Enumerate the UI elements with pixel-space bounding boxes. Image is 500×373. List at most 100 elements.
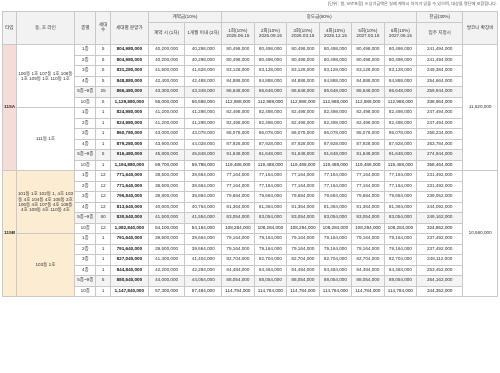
mid-3-cell: 82,498,000 [286,107,320,119]
table-row: 10층 12 1,082,840,000 54,100,000 54,184,000 10… [3,222,498,234]
mid-5-cell: 80,498,000 [351,44,385,56]
table-body: 115A 106동 1호 107동 1호 108동 1호 109동 1호 110동… [2,44,498,297]
header-middle: 중도금(60%) [221,11,418,23]
mid-1-cell: 80,498,000 [221,44,255,56]
total-cell: 866,480,000 [109,86,149,98]
balance-cell: 344,352,000 [416,285,464,297]
mid-4-cell: 81,364,000 [318,201,353,213]
units-cell: 5 [95,275,111,287]
mid-5-cell: 77,164,000 [351,170,385,182]
deposit-1-cell: 41,300,000 [147,254,186,266]
mid-4-cell: 108,284,000 [318,222,353,234]
mid-2-cell: 108,284,000 [253,222,288,234]
mid-1-cell: 108,284,000 [221,222,255,234]
type-cell: 115A [2,44,17,171]
type-cell: 115B [2,170,17,297]
units-cell: 5 [95,75,111,87]
deposit-1-cell: 40,200,000 [147,54,186,66]
deposit-2-cell: 38,664,000 [184,170,223,182]
mid-3-cell: 79,164,000 [286,233,320,245]
price-table: 타입 동, 호 라인 층별 세대수 세대별 분양가 계약금(10%) 중도금(6… [2,11,498,297]
mid-1-cell: 83,128,000 [221,65,255,77]
total-cell: 804,980,000 [109,44,149,56]
mid-4-cell: 79,164,000 [318,243,353,255]
balance-cell: 244,092,000 [416,201,464,213]
floor-cell: 4층 [74,138,97,150]
mid-6-cell: 81,364,000 [383,201,418,213]
floor-cell: 10층 [74,285,97,297]
mid-1-cell: 79,164,000 [221,243,255,255]
mid-2-cell: 86,078,000 [253,128,288,140]
mid-2-cell: 77,164,000 [253,170,288,182]
mid-1-cell: 87,928,000 [221,138,255,150]
units-cell: 1 [95,159,111,171]
mid-3-cell: 86,078,000 [286,128,320,140]
total-cell: 1,082,840,000 [109,222,149,234]
floor-cell: 4층 [74,201,97,213]
mid-6-cell: 114,784,000 [383,285,418,297]
mid-2-cell: 87,928,000 [253,138,288,150]
deposit-2-cell: 40,298,000 [184,44,223,56]
units-cell: 1 [95,254,111,266]
deposit-2-cell: 54,184,000 [184,222,223,234]
mid-3-cell: 80,498,000 [286,54,320,66]
balance-cell: 231,492,000 [416,170,464,182]
floor-cell: 4층 [74,75,97,87]
mid-6-cell: 87,928,000 [383,138,418,150]
deposit-1-cell: 40,200,000 [147,44,186,56]
total-cell: 860,780,000 [109,128,149,140]
mid-5-cell: 83,054,000 [351,212,385,224]
mid-6-cell: 84,888,000 [383,75,418,87]
mid-3-cell: 112,988,000 [286,96,320,108]
mid-5-cell: 82,498,000 [351,117,385,129]
balance-cell: 253,452,000 [416,264,464,276]
option-cell: 11,620,000 [462,44,498,171]
balance-cell: 239,052,000 [416,191,464,203]
floor-cell: 3층 [74,128,97,140]
mid-3-cell: 84,888,000 [286,75,320,87]
mid-3-cell: 82,704,000 [286,254,320,266]
table-row: 115A 106동 1호 107동 1호 108동 1호 109동 1호 110동… [2,44,498,171]
floor-cell: 1층 [74,233,97,245]
units-cell: 60 [95,212,111,224]
table-row: 5층~9층 60 830,540,000 41,500,000 41,554,000 83… [3,212,498,224]
mid-5-cell: 112,988,000 [351,96,385,108]
units-cell: 12 [95,191,111,203]
floor-cell: 1층 [74,44,97,56]
balance-cell: 249,384,000 [416,65,464,77]
mid-6-cell: 112,988,000 [383,96,418,108]
header-deposit: 계약금(10%) [147,11,223,23]
floor-cell: 1층 [74,107,97,119]
deposit-2-cell: 59,788,000 [184,159,223,171]
header-deposit-sign: 계약 시 (1차) [147,22,186,45]
mid-2-cell: 82,498,000 [253,117,288,129]
total-cell: 824,980,000 [109,117,149,129]
table-row: 5층~9층 5 916,480,000 45,800,000 45,848,000 91,… [3,149,498,161]
mid-4-cell: 86,648,000 [318,86,353,98]
mid-4-cell: 82,498,000 [318,117,353,129]
mid-4-cell: 87,928,000 [318,138,353,150]
mid-1-cell: 77,164,000 [221,180,255,192]
header-type: 타입 [2,11,17,45]
mid-2-cell: 86,648,000 [253,86,288,98]
mid-1-cell: 82,704,000 [221,254,255,266]
total-cell: 791,640,000 [109,243,149,255]
header-units: 세대수 [95,11,111,45]
balance-cell: 254,664,000 [416,75,464,87]
floor-cell: 10층 [74,96,97,108]
mid-6-cell: 83,054,000 [383,212,418,224]
mid-1-cell: 79,684,000 [221,191,255,203]
floor-cell: 5층~9층 [74,86,97,98]
units-cell: 12 [95,180,111,192]
mid-4-cell: 80,498,000 [318,54,353,66]
deposit-1-cell: 59,700,000 [147,159,186,171]
deposit-1-cell: 39,500,000 [147,243,186,255]
total-cell: 831,280,000 [109,65,149,77]
mid-3-cell: 91,648,000 [286,149,320,161]
table-row: 2층 5 804,980,000 40,200,000 40,298,000 80,498… [3,54,498,66]
deposit-1-cell: 43,900,000 [147,138,186,150]
units-cell: 5 [95,96,111,108]
units-cell: 12 [95,222,111,234]
units-cell: 12 [95,170,111,182]
balance-cell: 258,234,000 [416,128,464,140]
